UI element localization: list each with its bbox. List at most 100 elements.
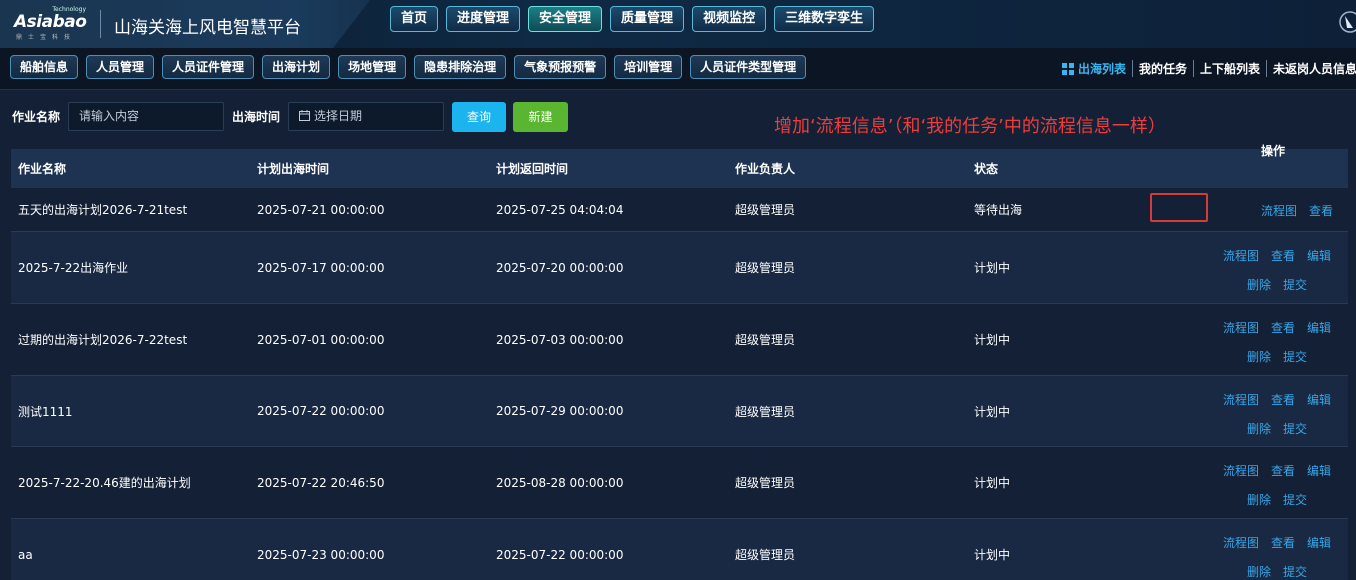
nav-tab-progress[interactable]: 进度管理 <box>446 6 521 32</box>
cell-depart: 2025-07-22 20:46:50 <box>257 475 385 490</box>
edit-link[interactable]: 编辑 <box>1307 534 1331 551</box>
edit-link[interactable]: 编辑 <box>1307 319 1331 336</box>
cell-owner: 超级管理员 <box>735 203 796 217</box>
cell-status: 计划中 <box>974 548 1011 562</box>
edit-link[interactable]: 编辑 <box>1307 462 1331 479</box>
table-row: 五天的出海计划2026-7-21test 2025-07-21 00:00:00… <box>11 188 1348 232</box>
submit-link[interactable]: 提交 <box>1283 563 1307 580</box>
view-link[interactable]: 查看 <box>1271 391 1295 408</box>
logo-wordmark: Asiabao <box>14 12 87 32</box>
nav-tab-digital-twin[interactable]: 三维数字孪生 <box>774 6 875 32</box>
delete-link[interactable]: 删除 <box>1247 348 1271 365</box>
delete-link[interactable]: 删除 <box>1247 563 1271 580</box>
nav-tab-safety[interactable]: 安全管理 <box>528 6 603 32</box>
view-link[interactable]: 查看 <box>1271 534 1295 551</box>
delete-link[interactable]: 删除 <box>1247 276 1271 293</box>
edit-link[interactable]: 编辑 <box>1307 391 1331 408</box>
col-header-status: 状态 <box>974 162 999 176</box>
subtab-hazards[interactable]: 隐患排除治理 <box>414 55 507 79</box>
right-links: 出海列表 我的任务 上下船列表 未返岗人员信息 <box>1062 60 1356 77</box>
cell-owner: 超级管理员 <box>735 476 796 490</box>
link-my-tasks[interactable]: 我的任务 <box>1132 60 1193 77</box>
view-link[interactable]: 查看 <box>1309 202 1333 219</box>
time-filter-label: 出海时间 <box>232 110 281 124</box>
table-header: 作业名称 计划出海时间 计划返回时间 作业负责人 状态 操作 <box>11 144 1348 188</box>
subtab-ship-info[interactable]: 船舶信息 <box>10 55 79 79</box>
subtab-weather[interactable]: 气象预报预警 <box>514 55 607 79</box>
sub-nav-bar: 船舶信息 人员管理 人员证件管理 出海计划 场地管理 隐患排除治理 气象预报预警… <box>0 48 1356 90</box>
table-row: 2025-7-22出海作业 2025-07-17 00:00:00 2025-0… <box>11 232 1348 304</box>
action-group: 流程图 查看 编辑 删除 提交 <box>1206 319 1348 365</box>
date-picker-input[interactable]: 选择日期 <box>288 102 444 131</box>
subtab-certificates[interactable]: 人员证件管理 <box>162 55 255 79</box>
col-header-name: 作业名称 <box>18 162 67 176</box>
flowchart-link[interactable]: 流程图 <box>1223 319 1259 336</box>
subtab-training[interactable]: 培训管理 <box>614 55 683 79</box>
query-button[interactable]: 查询 <box>452 102 506 132</box>
view-link[interactable]: 查看 <box>1271 462 1295 479</box>
col-header-actions: 操作 <box>1206 144 1348 188</box>
subtab-personnel[interactable]: 人员管理 <box>86 55 155 79</box>
cell-owner: 超级管理员 <box>735 548 796 562</box>
cell-depart: 2025-07-17 00:00:00 <box>257 260 385 275</box>
app-title: 山海关海上风电智慧平台 <box>114 18 301 38</box>
logo-subtitle: 鼎士宝科技 <box>16 34 77 41</box>
cell-actions: 流程图 查看 编辑 删除 提交 <box>1206 519 1348 580</box>
submit-link[interactable]: 提交 <box>1283 348 1307 365</box>
company-logo: Technology Asiabao 鼎士宝科技 <box>14 6 87 41</box>
highlight-box <box>1150 193 1208 222</box>
flowchart-link[interactable]: 流程图 <box>1223 391 1259 408</box>
col-header-return: 计划返回时间 <box>496 162 569 176</box>
table-row: 2025-7-22-20.46建的出海计划 2025-07-22 20:46:5… <box>11 447 1348 519</box>
action-group: 流程图 查看 编辑 删除 提交 <box>1206 534 1348 580</box>
link-not-returned[interactable]: 未返岗人员信息 <box>1266 60 1356 77</box>
action-group: 流程图 查看 编辑 删除 提交 <box>1206 391 1348 437</box>
view-link[interactable]: 查看 <box>1271 247 1295 264</box>
flowchart-link[interactable]: 流程图 <box>1261 202 1297 219</box>
view-link[interactable]: 查看 <box>1271 319 1295 336</box>
subtab-cert-types[interactable]: 人员证件类型管理 <box>690 55 807 79</box>
delete-link[interactable]: 删除 <box>1247 491 1271 508</box>
cell-status: 计划中 <box>974 261 1011 275</box>
submit-link[interactable]: 提交 <box>1283 491 1307 508</box>
cell-status: 计划中 <box>974 333 1011 347</box>
new-button[interactable]: 新建 <box>513 102 568 132</box>
cell-depart: 2025-07-21 00:00:00 <box>257 202 385 217</box>
col-header-depart: 计划出海时间 <box>257 162 330 176</box>
delete-link[interactable]: 删除 <box>1247 420 1271 437</box>
cell-depart: 2025-07-01 00:00:00 <box>257 332 385 347</box>
top-header: Technology Asiabao 鼎士宝科技 山海关海上风电智慧平台 首页 … <box>0 0 1356 48</box>
sub-nav: 船舶信息 人员管理 人员证件管理 出海计划 场地管理 隐患排除治理 气象预报预警… <box>10 55 807 79</box>
name-filter-input[interactable]: 请输入内容 <box>68 102 224 131</box>
cell-owner: 超级管理员 <box>735 333 796 347</box>
nav-tab-video[interactable]: 视频监控 <box>692 6 767 32</box>
cell-return: 2025-07-29 00:00:00 <box>496 404 624 418</box>
flowchart-link[interactable]: 流程图 <box>1223 534 1259 551</box>
edit-link[interactable]: 编辑 <box>1307 247 1331 264</box>
cell-return: 2025-07-25 04:04:04 <box>496 202 624 217</box>
submit-link[interactable]: 提交 <box>1283 276 1307 293</box>
submit-link[interactable]: 提交 <box>1283 420 1307 437</box>
cell-name: 2025-7-22-20.46建的出海计划 <box>18 476 191 490</box>
cell-status: 计划中 <box>974 476 1011 490</box>
flowchart-link[interactable]: 流程图 <box>1223 247 1259 264</box>
nav-tab-quality[interactable]: 质量管理 <box>610 6 685 32</box>
cell-depart: 2025-07-22 00:00:00 <box>257 404 385 418</box>
table-row: 测试1111 2025-07-22 00:00:00 2025-07-29 00… <box>11 376 1348 447</box>
cell-return: 2025-07-20 00:00:00 <box>496 260 624 275</box>
table-row: aa 2025-07-23 00:00:00 2025-07-22 00:00:… <box>11 519 1348 580</box>
table-row: 过期的出海计划2026-7-22test 2025-07-01 00:00:00… <box>11 304 1348 376</box>
cell-actions: 流程图 查看 编辑 删除 提交 <box>1206 232 1348 303</box>
subtab-site[interactable]: 场地管理 <box>338 55 407 79</box>
link-sea-list[interactable]: 出海列表 <box>1062 60 1132 77</box>
subtab-sea-plan[interactable]: 出海计划 <box>262 55 331 79</box>
link-boarding-list[interactable]: 上下船列表 <box>1193 60 1266 77</box>
cell-return: 2025-07-03 00:00:00 <box>496 332 624 347</box>
sea-plan-table: 作业名称 计划出海时间 计划返回时间 作业负责人 状态 操作 五天的出海计划20… <box>11 144 1348 580</box>
flowchart-link[interactable]: 流程图 <box>1223 462 1259 479</box>
cell-return: 2025-08-28 00:00:00 <box>496 475 624 490</box>
nav-tab-home[interactable]: 首页 <box>390 6 439 32</box>
cell-actions: 流程图 查看 编辑 删除 提交 <box>1206 447 1348 518</box>
grid-icon <box>1062 62 1074 75</box>
cell-return: 2025-07-22 00:00:00 <box>496 547 624 562</box>
